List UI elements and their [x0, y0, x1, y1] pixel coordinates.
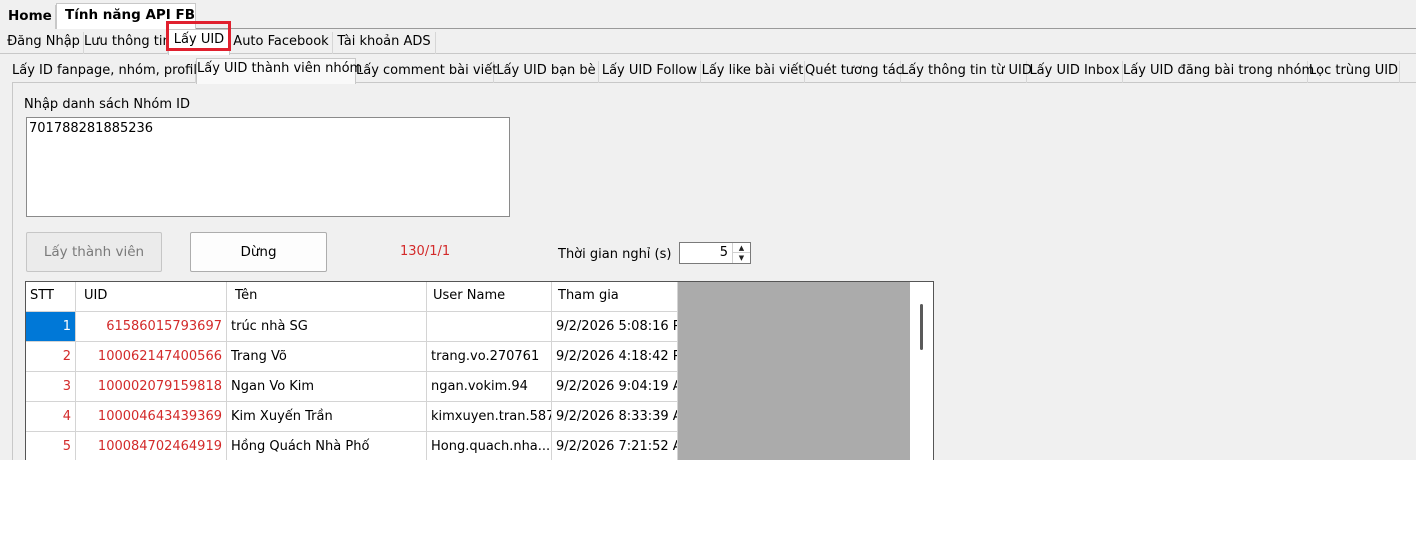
- cell-stt: 5: [26, 432, 76, 460]
- cell-stt: 2: [26, 342, 76, 372]
- stop-button[interactable]: Dừng: [190, 232, 327, 272]
- header-uid[interactable]: UID: [76, 282, 227, 312]
- cell-tham-gia: 9/2/2026 8:33:39 AM: [552, 402, 678, 432]
- sleep-time-stepper[interactable]: 5 ▲ ▼: [679, 242, 751, 264]
- table-row[interactable]: 5 100084702464919 Hồng Quách Nhà Phố Hon…: [26, 432, 678, 460]
- tab-loc-trung-uid[interactable]: Lọc trùng UID: [1308, 61, 1400, 83]
- cell-username: ngan.vokim.94: [427, 372, 552, 402]
- tab-lay-uid[interactable]: Lấy UID: [168, 29, 230, 55]
- table-row[interactable]: 3 100002079159818 Ngan Vo Kim ngan.vokim…: [26, 372, 678, 402]
- tab-auto-facebook[interactable]: Auto Facebook: [230, 32, 333, 54]
- tab-lay-uid-dang-bai[interactable]: Lấy UID đăng bài trong nhóm: [1123, 61, 1314, 83]
- grid-content: STT UID Tên User Name Tham gia 1 6158601…: [26, 282, 678, 460]
- tab-lay-uid-inbox[interactable]: Lấy UID Inbox: [1027, 61, 1123, 83]
- tab-dang-nhap[interactable]: Đăng Nhập: [4, 32, 84, 54]
- header-tham-gia[interactable]: Tham gia: [552, 282, 678, 312]
- sleep-time-value: 5: [719, 245, 728, 260]
- cell-uid: 100002079159818: [76, 372, 227, 402]
- app-window: Home Tính năng API FB Đăng Nhập Lưu thôn…: [0, 0, 1416, 460]
- cell-tham-gia: 9/2/2026 9:04:19 AM: [552, 372, 678, 402]
- stepper-up-icon[interactable]: ▲: [733, 243, 750, 253]
- cell-uid: 61586015793697: [76, 312, 227, 342]
- group-id-label: Nhập danh sách Nhóm ID: [24, 97, 190, 112]
- header-ten[interactable]: Tên: [227, 282, 427, 312]
- cell-username: [427, 312, 552, 342]
- cell-tham-gia: 9/2/2026 5:08:16 PM: [552, 312, 678, 342]
- sleep-time-label: Thời gian nghỉ (s): [558, 247, 672, 262]
- tab-lay-thong-tin-uid[interactable]: Lấy thông tin từ UID: [901, 61, 1032, 83]
- cell-username: Hong.quach.nha....: [427, 432, 552, 460]
- cell-ten: Ngan Vo Kim: [227, 372, 427, 402]
- cell-stt: 4: [26, 402, 76, 432]
- header-username[interactable]: User Name: [427, 282, 552, 312]
- cell-ten: trúc nhà SG: [227, 312, 427, 342]
- tab-tai-khoan-ads[interactable]: Tài khoản ADS: [333, 32, 436, 54]
- grid-header-row: STT UID Tên User Name Tham gia: [26, 282, 678, 312]
- tab-lay-id-fanpage[interactable]: Lấy ID fanpage, nhóm, profile: [12, 61, 205, 83]
- tab-lay-uid-ban-be[interactable]: Lấy UID bạn bè: [494, 61, 599, 83]
- cell-stt: 1: [26, 312, 76, 342]
- stepper-down-icon[interactable]: ▼: [733, 253, 750, 263]
- stepper-arrows: ▲ ▼: [732, 243, 750, 263]
- tab-lay-like[interactable]: Lấy like bài viết: [701, 61, 805, 83]
- top-tab-bar: Home Tính năng API FB: [0, 0, 1416, 30]
- group-id-input[interactable]: 701788281885236: [26, 117, 510, 217]
- tab-lay-uid-follow[interactable]: Lấy UID Follow: [599, 61, 701, 83]
- grid-vertical-scrollbar[interactable]: [910, 282, 933, 460]
- table-row[interactable]: 4 100004643439369 Kim Xuyến Trần kimxuye…: [26, 402, 678, 432]
- progress-counter: 130/1/1: [400, 244, 451, 259]
- cell-username: trang.vo.270761: [427, 342, 552, 372]
- tab-lay-uid-thanh-vien-nhom[interactable]: Lấy UID thành viên nhóm: [196, 58, 362, 84]
- scrollbar-thumb[interactable]: [920, 304, 923, 350]
- cell-ten: Trang Võ: [227, 342, 427, 372]
- cell-username: kimxuyen.tran.587: [427, 402, 552, 432]
- member-grid[interactable]: STT UID Tên User Name Tham gia 1 6158601…: [25, 281, 934, 460]
- table-row[interactable]: 1 61586015793697 trúc nhà SG 9/2/2026 5:…: [26, 312, 678, 342]
- tab-luu-thong-tin[interactable]: Lưu thông tin: [84, 32, 171, 54]
- cell-ten: Kim Xuyến Trần: [227, 402, 427, 432]
- inner-tab-bar: Lấy ID fanpage, nhóm, profile Lấy UID th…: [12, 58, 1416, 84]
- tab-home[interactable]: Home: [0, 5, 56, 29]
- cell-ten: Hồng Quách Nhà Phố: [227, 432, 427, 460]
- table-row[interactable]: 2 100062147400566 Trang Võ trang.vo.2707…: [26, 342, 678, 372]
- header-stt[interactable]: STT: [26, 282, 76, 312]
- cell-tham-gia: 9/2/2026 7:21:52 AM: [552, 432, 678, 460]
- cell-stt: 3: [26, 372, 76, 402]
- cell-uid: 100004643439369: [76, 402, 227, 432]
- tab-api-fb[interactable]: Tính năng API FB: [56, 3, 196, 30]
- tab-quet-tuong-tac[interactable]: Quét tương tác: [805, 61, 903, 83]
- cell-uid: 100062147400566: [76, 342, 227, 372]
- sub-tab-bar: Đăng Nhập Lưu thông tin Lấy UID Auto Fac…: [0, 29, 1416, 55]
- cell-tham-gia: 9/2/2026 4:18:42 PM: [552, 342, 678, 372]
- tab-lay-comment[interactable]: Lấy comment bài viết: [356, 61, 497, 83]
- get-members-button[interactable]: Lấy thành viên: [26, 232, 162, 272]
- cell-uid: 100084702464919: [76, 432, 227, 460]
